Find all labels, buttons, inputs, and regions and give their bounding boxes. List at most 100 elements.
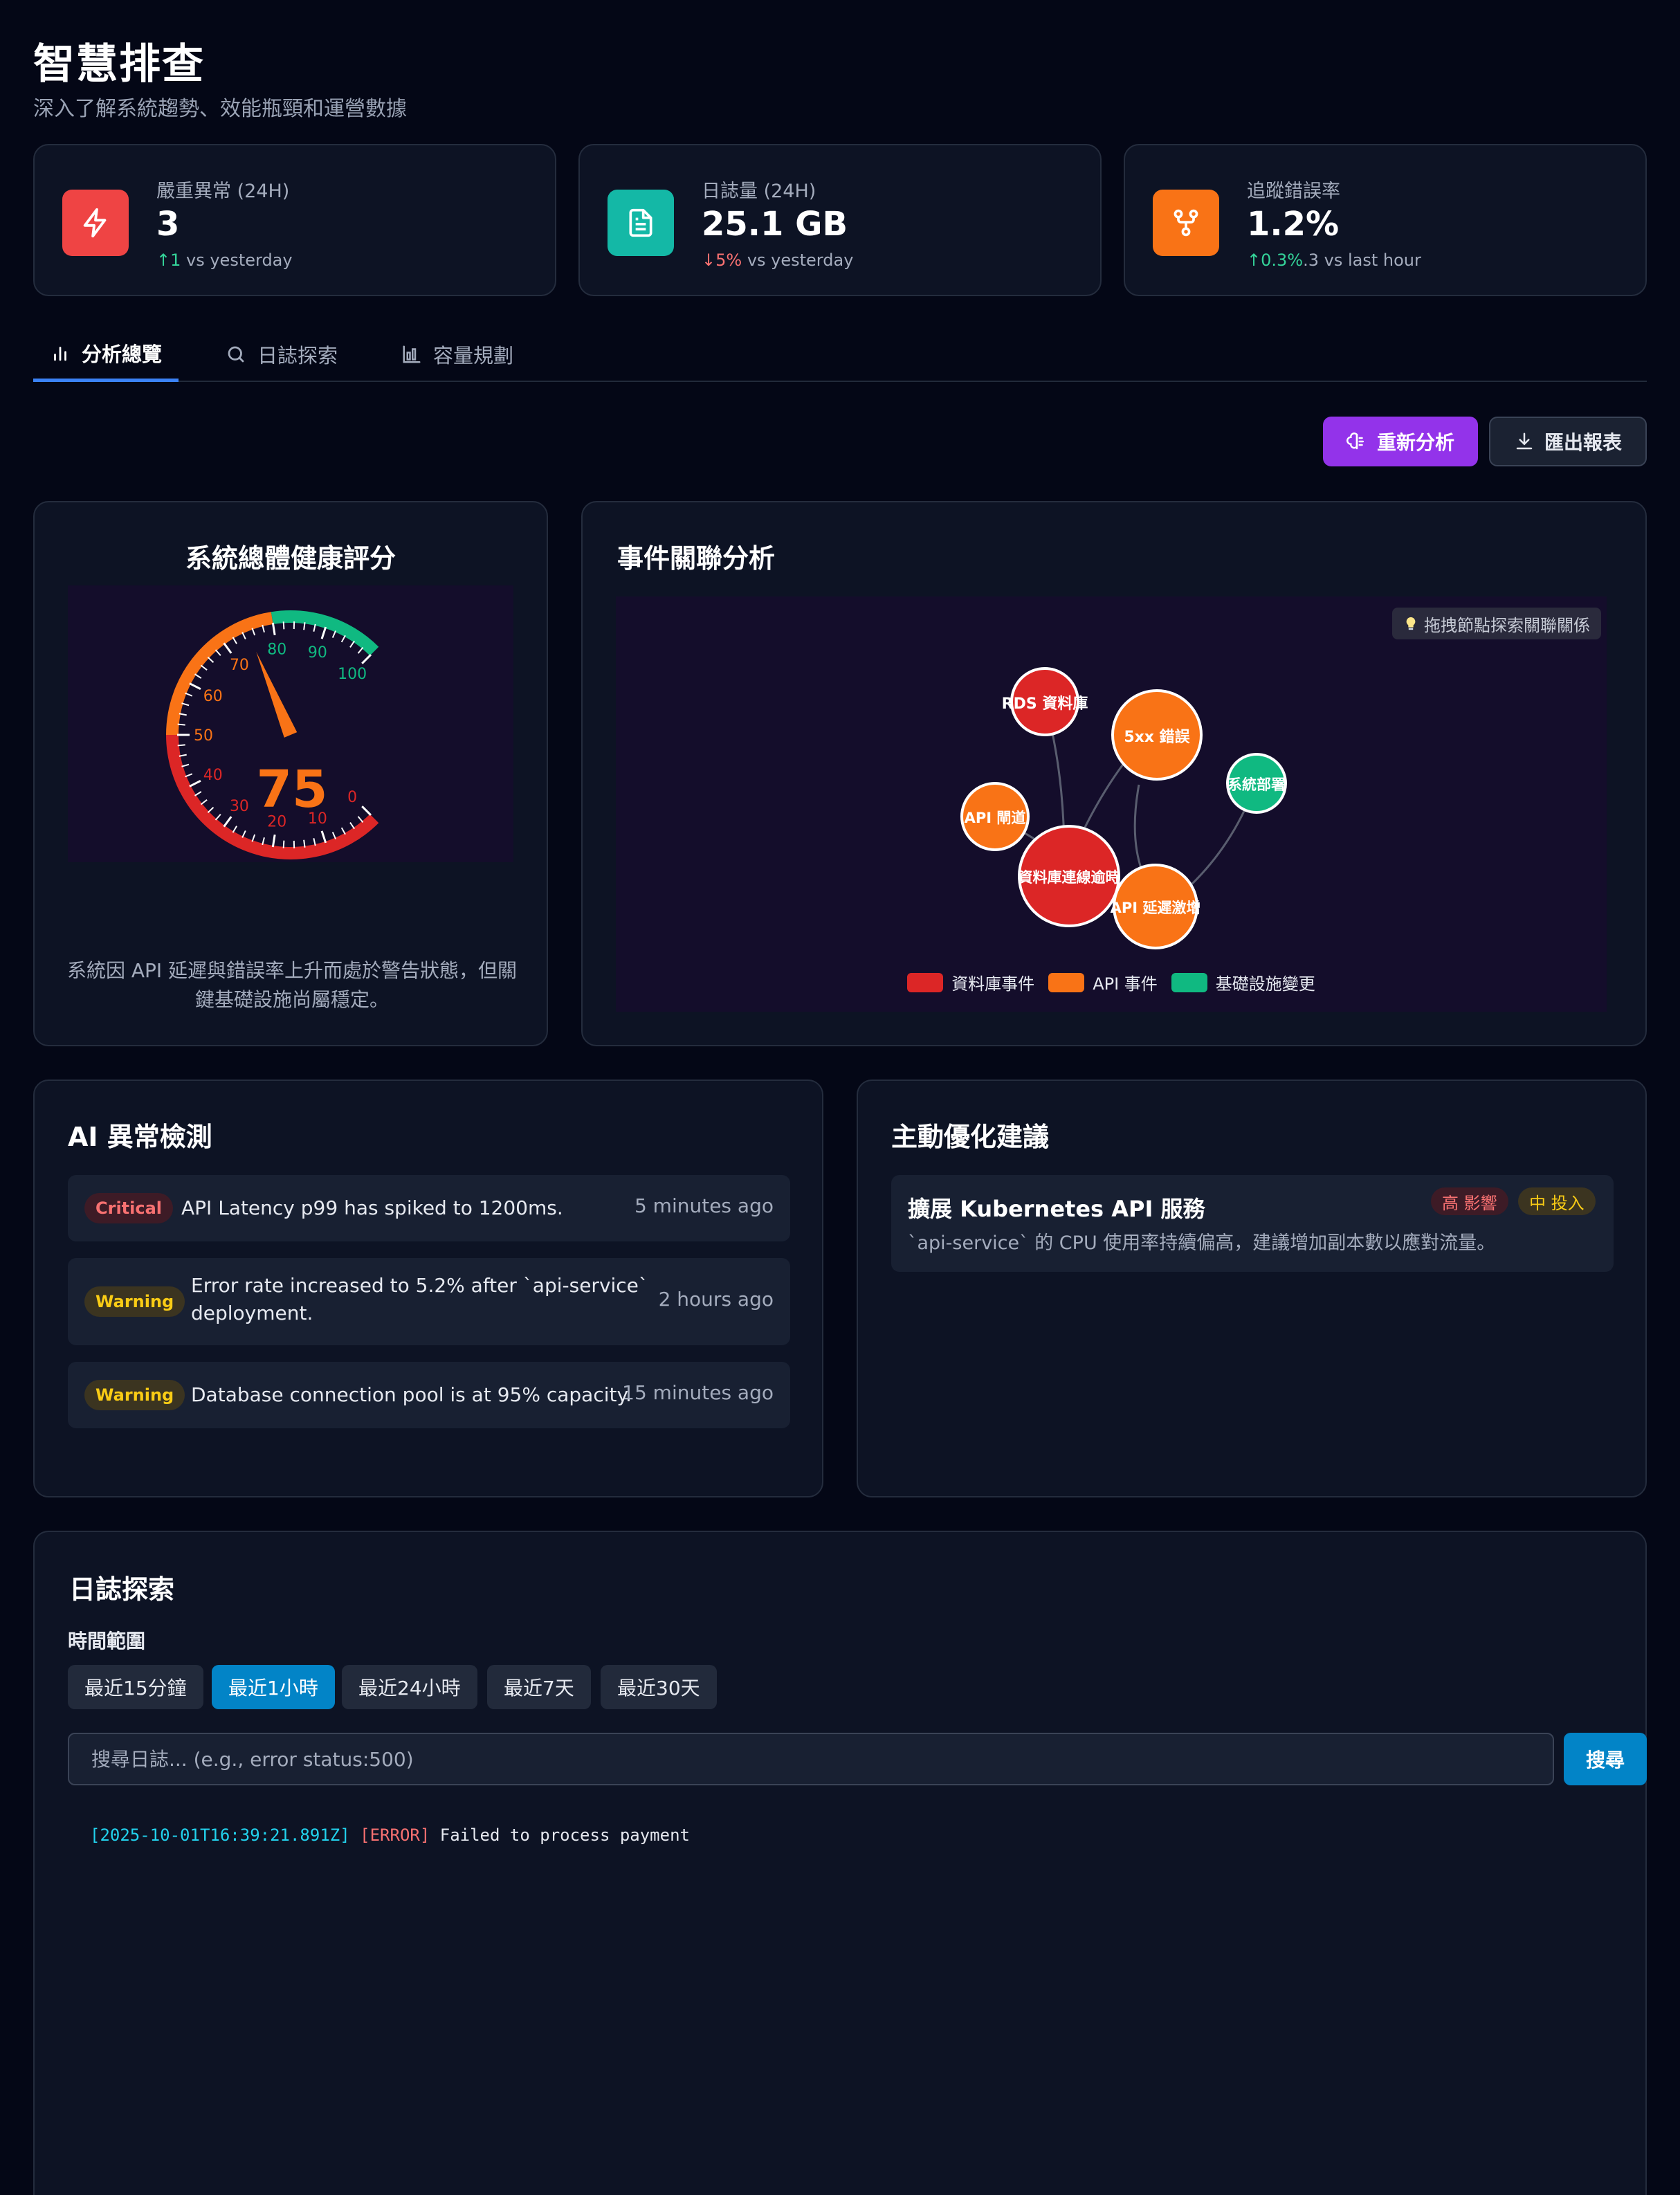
stat-delta: ↓5% vs yesterday (702, 251, 853, 270)
anomaly-message: API Latency p99 has spiked to 1200ms. (181, 1196, 563, 1219)
tab-capacity-planning[interactable]: 容量規劃 (385, 327, 530, 382)
node-rds-database[interactable]: RDS 資料庫 (1002, 667, 1088, 736)
gauge-tick (340, 827, 346, 835)
gauge-tick (271, 622, 276, 636)
export-report-button[interactable]: 匯出報表 (1489, 417, 1647, 466)
log-entry[interactable]: [2025-10-01T16:39:21.891Z] [ERROR] Faile… (90, 1825, 690, 1845)
anomaly-item[interactable]: Warning Database connection pool is at 9… (68, 1362, 790, 1428)
gauge-tick (241, 830, 246, 838)
legend-label: API 事件 (1093, 974, 1158, 994)
anomaly-item[interactable]: Critical API Latency p99 has spiked to 1… (68, 1175, 790, 1241)
suggestion-title: 擴展 Kubernetes API 服務 (908, 1196, 1205, 1222)
node-label: RDS 資料庫 (1002, 695, 1088, 713)
gauge-tick (200, 664, 208, 671)
legend-swatch (1171, 972, 1207, 992)
gauge-tick (223, 642, 232, 654)
gauge-needle (256, 651, 298, 738)
gauge-tick (313, 838, 316, 846)
gauge-tick-label: 80 (267, 641, 286, 659)
stat-value: 25.1 GB (702, 205, 848, 244)
anomaly-item[interactable]: Warning Error rate increased to 5.2% aft… (68, 1258, 790, 1345)
stat-value: 3 (156, 205, 180, 244)
ai-anomaly-panel: AI 異常檢測 Critical API Latency p99 has spi… (33, 1080, 823, 1497)
log-search-input[interactable] (68, 1733, 1554, 1785)
node-api-latency-spike[interactable]: API 延遲激增 (1111, 864, 1201, 949)
gauge-tick-label: 40 (203, 767, 223, 784)
correlation-graph: 拖拽節點探索關聯關係 RDS 資料庫 5xx 錯誤 系統部署 API 閘道 資料… (616, 596, 1607, 1012)
health-score-value: 75 (257, 760, 328, 819)
gauge-tick-label: 0 (347, 789, 357, 806)
gauge-tick (200, 799, 208, 805)
delta-arrow: ↓ (702, 251, 716, 270)
gauge-tick-label: 70 (230, 657, 249, 674)
stat-delta: ↑1 vs yesterday (156, 251, 293, 270)
gauge-tick (189, 682, 201, 691)
effort-badge: 中 投入 (1518, 1187, 1596, 1215)
tab-log-explore[interactable]: 日誌探索 (209, 327, 354, 382)
anomaly-message-continued: deployment. (191, 1302, 313, 1324)
legend-item-infra[interactable]: 基礎設施變更 (1171, 970, 1315, 994)
gauge-tick (361, 805, 372, 817)
panel-title: 日誌探索 (69, 1574, 175, 1605)
node-5xx-errors[interactable]: 5xx 錯誤 (1111, 689, 1203, 781)
column-chart-icon (403, 345, 421, 363)
gauge-tick (340, 635, 346, 643)
panel-title: 主動優化建議 (891, 1122, 1050, 1152)
gauge-tick (207, 657, 214, 663)
tab-bar: 分析總覽 日誌探索 容量規劃 (33, 327, 1647, 382)
page-title: 智慧排查 (33, 40, 205, 89)
delta-suffix: vs yesterday (742, 251, 854, 270)
optimization-suggestions-panel: 主動優化建議 擴展 Kubernetes API 服務 高 影響 中 投入 `a… (857, 1080, 1647, 1497)
gauge-tick-label: 60 (203, 688, 223, 705)
node-db-connection-timeout[interactable]: 資料庫連線逾時 (1018, 825, 1120, 927)
range-button-15m[interactable]: 最近15分鐘 (68, 1665, 203, 1709)
health-description: 系統因 API 延遲與錯誤率上升而處於警告狀態，但關鍵基礎設施尚屬穩定。 (66, 959, 518, 1011)
node-api-gateway[interactable]: API 閘道 (960, 782, 1030, 851)
range-button-7d[interactable]: 最近7天 (487, 1665, 591, 1709)
delta-value: 5% (715, 251, 742, 270)
gauge-tick (223, 816, 232, 828)
stat-label: 日誌量 (24H) (702, 181, 816, 202)
gauge-tick (232, 826, 237, 833)
reanalyze-button[interactable]: 重新分析 (1323, 417, 1478, 466)
brain-icon (1346, 432, 1364, 450)
range-button-24h[interactable]: 最近24小時 (342, 1665, 477, 1709)
legend-item-api[interactable]: API 事件 (1048, 970, 1158, 994)
stat-card-critical-anomalies: 嚴重異常 (24H) 3 ↑1 vs yesterday (33, 144, 556, 296)
stat-card-log-volume: 日誌量 (24H) 25.1 GB ↓5% vs yesterday (578, 144, 1102, 296)
download-icon (1516, 432, 1533, 450)
gauge-tick-label: 50 (194, 727, 213, 745)
legend-item-db[interactable]: 資料庫事件 (907, 970, 1034, 994)
range-button-30d[interactable]: 最近30天 (601, 1665, 717, 1709)
gauge-tick (214, 649, 221, 656)
graph-legend: 資料庫事件 API 事件 基礎設施變更 (616, 970, 1607, 994)
log-search-button[interactable]: 搜尋 (1564, 1733, 1647, 1785)
legend-label: 基礎設施變更 (1215, 974, 1315, 994)
gauge-tick (262, 624, 265, 633)
node-label: API 延遲激增 (1111, 900, 1201, 916)
time-range-label: 時間範圍 (68, 1630, 146, 1652)
gauge-tick (214, 814, 221, 821)
severity-badge: Warning (84, 1380, 185, 1410)
stat-delta: ↑0.3%.3 vs last hour (1247, 251, 1421, 270)
bar-chart-icon (54, 346, 66, 361)
gauge-tick (331, 630, 337, 638)
legend-swatch (907, 972, 944, 992)
delta-value: 0.3% (1261, 251, 1304, 270)
node-system-deploy[interactable]: 系統部署 (1226, 753, 1287, 814)
export-label: 匯出報表 (1544, 431, 1622, 454)
gauge-tick (357, 816, 364, 823)
anomaly-time: 5 minutes ago (634, 1194, 774, 1217)
health-gauge: 0 10 20 30 40 50 60 70 80 90 100 75 (68, 585, 513, 862)
suggestion-item[interactable]: 擴展 Kubernetes API 服務 高 影響 中 投入 `api-serv… (891, 1175, 1614, 1272)
range-button-1h[interactable]: 最近1小時 (212, 1665, 335, 1709)
lightning-icon (62, 190, 129, 256)
node-label: 5xx 錯誤 (1124, 728, 1190, 746)
suggestion-description: `api-service` 的 CPU 使用率持續偏高，建議增加副本數以應對流量… (908, 1232, 1496, 1254)
log-level: [ERROR] (360, 1825, 430, 1845)
gauge-tick (349, 640, 356, 648)
gauge-tick (232, 637, 237, 644)
tab-analysis-overview[interactable]: 分析總覽 (33, 327, 179, 382)
document-icon (608, 190, 674, 256)
legend-swatch (1048, 972, 1085, 992)
